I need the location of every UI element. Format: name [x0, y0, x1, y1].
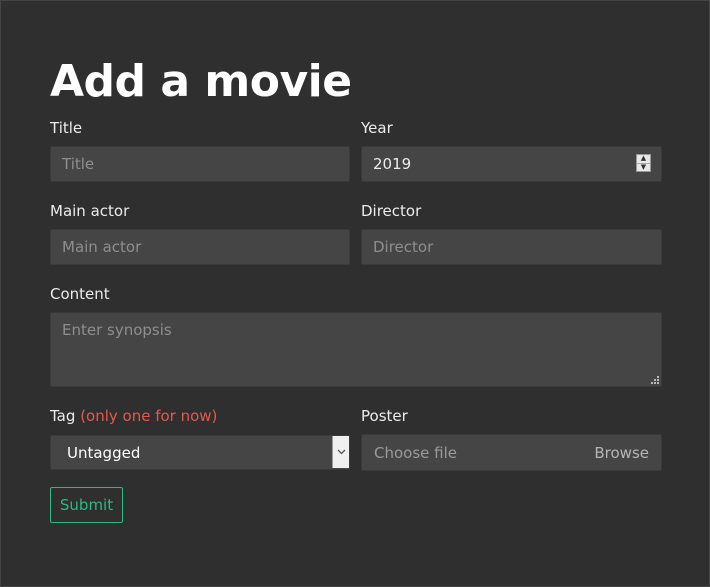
year-input[interactable]: [361, 146, 662, 182]
director-label: Director: [361, 202, 422, 220]
chevron-down-icon[interactable]: [332, 436, 349, 468]
increment-icon[interactable]: ▲: [637, 155, 650, 163]
poster-file-input[interactable]: Choose file Browse: [361, 434, 662, 471]
form-panel: Add a movie Title Year ▲ ▼ Main actor Di…: [0, 0, 710, 587]
main-actor-input[interactable]: [50, 229, 350, 265]
tag-hint: (only one for now): [80, 407, 218, 425]
page-title: Add a movie: [50, 56, 352, 107]
poster-label: Poster: [361, 407, 408, 425]
title-label: Title: [50, 119, 83, 137]
browse-button[interactable]: Browse: [594, 435, 649, 471]
poster-file-text: Choose file: [374, 444, 457, 462]
year-stepper[interactable]: ▲ ▼: [636, 154, 651, 172]
submit-button[interactable]: Submit: [50, 487, 123, 523]
director-input[interactable]: [361, 229, 662, 265]
decrement-icon[interactable]: ▼: [637, 162, 650, 172]
tag-label: Tag (only one for now): [50, 406, 217, 426]
content-field-wrapper: [50, 312, 662, 387]
year-label: Year: [361, 119, 393, 137]
content-label: Content: [50, 285, 110, 303]
synopsis-textarea[interactable]: [50, 312, 662, 387]
tag-selected-value: Untagged: [67, 444, 141, 462]
title-input[interactable]: [50, 146, 350, 182]
main-actor-label: Main actor: [50, 202, 130, 220]
tag-label-text: Tag: [50, 407, 76, 425]
resize-grip-icon[interactable]: [651, 376, 659, 384]
tag-select[interactable]: Untagged: [50, 435, 350, 470]
year-field-wrapper: ▲ ▼: [361, 146, 662, 182]
